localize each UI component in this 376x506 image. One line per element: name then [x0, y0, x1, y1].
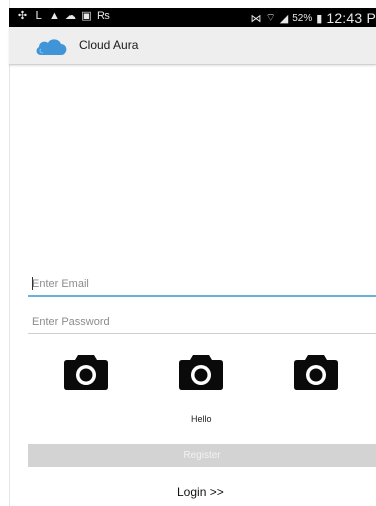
status-icons-left: ✣ ᒪ ▲ ☁ ▣ ₨: [17, 10, 110, 22]
camera-icon[interactable]: [63, 351, 109, 391]
cloud-icon: ☁: [65, 10, 76, 22]
cloud-logo-icon: [36, 39, 67, 55]
password-field[interactable]: [28, 311, 376, 333]
register-button[interactable]: Register: [28, 444, 376, 467]
app-title: Cloud Aura: [79, 38, 139, 52]
email-field[interactable]: [28, 273, 376, 295]
email-field-container: [28, 273, 376, 297]
status-bar: ✣ ᒪ ▲ ☁ ▣ ₨ ⋈ ⌔ ◢ 52% ▮ 12:43 P: [9, 8, 376, 27]
wifi-icon: ⌔: [265, 12, 276, 24]
document-icon: ₨: [97, 10, 110, 22]
password-field-container: [28, 311, 376, 334]
app-screen: ✣ ᒪ ▲ ☁ ▣ ₨ ⋈ ⌔ ◢ 52% ▮ 12:43 P Cloud Au…: [0, 0, 376, 506]
mute-icon: ⋈: [250, 12, 262, 25]
battery-icon: ▮: [316, 12, 323, 25]
app-bar: Cloud Aura: [9, 27, 376, 65]
hello-caption: Hello: [191, 414, 212, 424]
text-cursor: [32, 277, 33, 290]
notification-icon: ᒪ: [35, 10, 42, 22]
image-icon: ▣: [81, 10, 92, 22]
clock: 12:43 P: [326, 10, 376, 26]
battery-percent: 52%: [292, 12, 313, 24]
camera-icon[interactable]: [178, 351, 224, 391]
signal-icon: ◢: [279, 12, 289, 25]
left-edge: [0, 0, 10, 506]
usb-icon: ✣: [17, 10, 28, 22]
login-link[interactable]: Login >>: [177, 485, 224, 499]
camera-icon[interactable]: [293, 351, 339, 391]
warning-icon: ▲: [49, 10, 60, 22]
status-icons-right: ⋈ ⌔ ◢ 52% ▮ 12:43 P: [250, 10, 376, 26]
